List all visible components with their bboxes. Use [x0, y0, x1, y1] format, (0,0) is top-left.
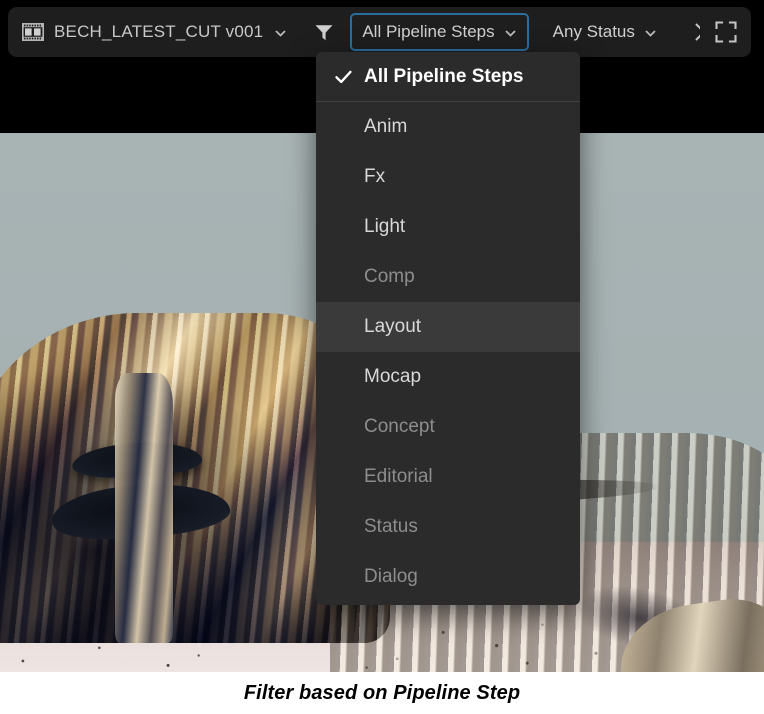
menu-item-mocap[interactable]: Mocap — [316, 352, 580, 402]
menu-item-label: Comp — [364, 266, 415, 287]
menu-item-label: Light — [364, 216, 406, 237]
status-filter[interactable]: Any Status — [543, 13, 667, 51]
funnel-icon[interactable] — [314, 23, 334, 42]
menu-item-label: Layout — [364, 316, 422, 337]
fullscreen-icon — [714, 21, 737, 43]
menu-item-dialog[interactable]: Dialog — [316, 552, 580, 602]
menu-item-label: Dialog — [364, 566, 418, 587]
menu-item-label: Anim — [364, 116, 408, 137]
status-filter-value: Any Status — [552, 22, 635, 41]
menu-item-label: Fx — [364, 166, 386, 187]
pipeline-step-dropdown[interactable]: All Pipeline Steps Anim Fx Light Comp La… — [316, 52, 580, 605]
menu-item-label: Concept — [364, 416, 435, 437]
menu-item-all-pipeline-steps[interactable]: All Pipeline Steps — [316, 52, 580, 102]
menu-item-editorial[interactable]: Editorial — [316, 452, 580, 502]
menu-item-anim[interactable]: Anim — [316, 102, 580, 152]
fullscreen-button[interactable] — [700, 7, 751, 57]
filmstrip-icon — [22, 23, 44, 41]
menu-item-layout[interactable]: Layout — [316, 302, 580, 352]
menu-item-concept[interactable]: Concept — [316, 402, 580, 452]
menu-item-status[interactable]: Status — [316, 502, 580, 552]
menu-item-label: Editorial — [364, 466, 433, 487]
pipeline-step-filter[interactable]: All Pipeline Steps — [350, 13, 529, 51]
clip-name-label: BECH_LATEST_CUT v001 — [54, 22, 264, 41]
menu-item-label: Status — [364, 516, 418, 537]
filter-bar: BECH_LATEST_CUT v001 All Pipeline Steps … — [8, 7, 733, 57]
menu-item-label: All Pipeline Steps — [364, 65, 524, 87]
chevron-down-icon[interactable] — [273, 25, 288, 40]
menu-item-light[interactable]: Light — [316, 202, 580, 252]
menu-item-label: Mocap — [364, 366, 422, 387]
menu-item-comp[interactable]: Comp — [316, 252, 580, 302]
menu-item-fx[interactable]: Fx — [316, 152, 580, 202]
check-icon — [335, 70, 352, 83]
chevron-down-icon[interactable] — [503, 25, 518, 40]
chevron-down-icon[interactable] — [643, 25, 658, 40]
app-root: BECH_LATEST_CUT v001 All Pipeline Steps … — [0, 0, 764, 714]
pipeline-step-value: All Pipeline Steps — [362, 22, 495, 41]
figure-caption: Filter based on Pipeline Step — [0, 672, 764, 714]
rock-pillar — [115, 373, 173, 643]
dropdown-pointer — [515, 52, 549, 53]
